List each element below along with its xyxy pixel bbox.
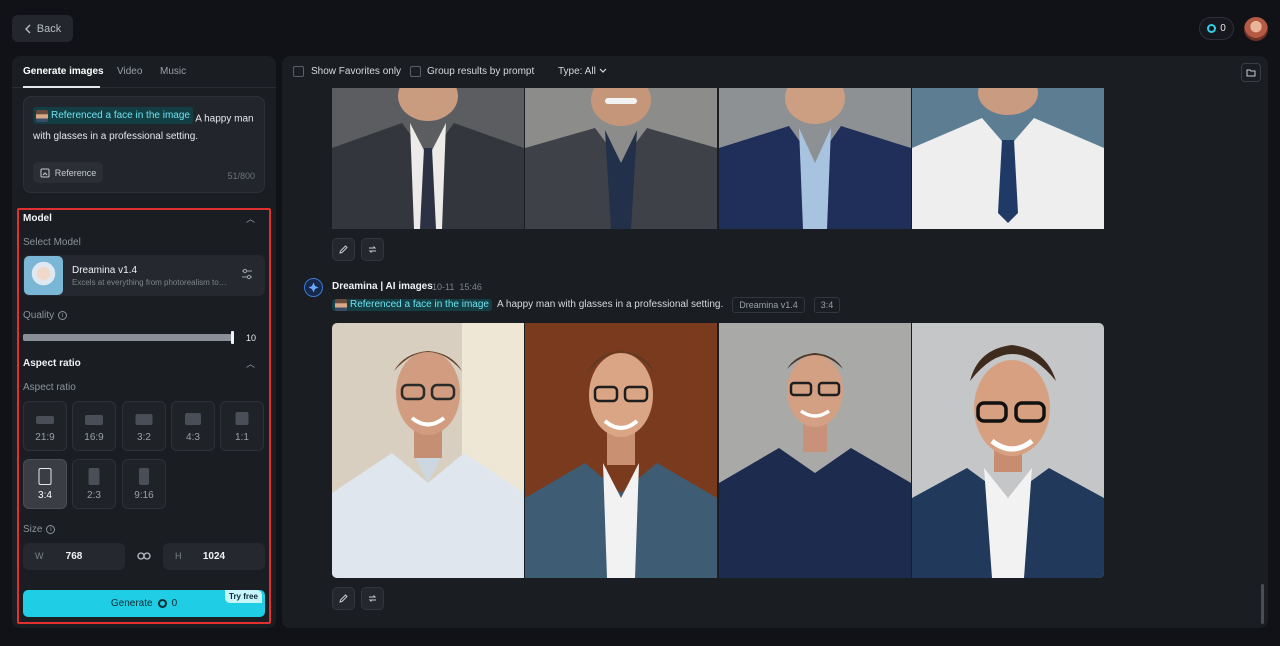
result-image-top-3[interactable] [719, 88, 911, 229]
char-counter: 51/800 [227, 171, 255, 181]
result-image-1[interactable] [332, 323, 524, 578]
model-tag: Dreamina v1.4 [732, 296, 805, 313]
result-image-top-4[interactable] [912, 88, 1104, 229]
pencil-icon [339, 245, 348, 254]
regenerate-button[interactable] [361, 238, 384, 261]
refresh-icon [368, 595, 377, 602]
selection-highlight [17, 208, 271, 624]
refresh-icon [368, 246, 377, 253]
chevron-left-icon [24, 24, 31, 33]
folder-button[interactable] [1241, 63, 1261, 82]
reference-button[interactable]: Reference [33, 162, 103, 183]
ratio-tag: 3:4 [813, 296, 841, 313]
image-reference-icon [40, 168, 50, 177]
coin-icon [1207, 24, 1217, 33]
result-title: Dreamina | AI images [332, 281, 433, 292]
edit-button[interactable] [332, 587, 355, 610]
result-image-4[interactable] [912, 323, 1104, 578]
reference-face-chip[interactable]: Referenced a face in the image [33, 107, 193, 124]
regenerate-button[interactable] [361, 587, 384, 610]
prompt-text[interactable]: Referenced a face in the image A happy m… [33, 107, 259, 145]
credits-pill[interactable]: 0 [1199, 17, 1234, 40]
dreamina-logo-icon [304, 278, 323, 297]
result-prompt-line: Referenced a face in the image A happy m… [332, 296, 841, 313]
face-thumbnail [36, 109, 48, 122]
credits-count: 0 [1220, 23, 1226, 34]
favorites-checkbox[interactable] [293, 66, 304, 77]
tab-generate-images[interactable]: Generate images [23, 66, 104, 77]
result-image-2[interactable] [525, 323, 717, 578]
prompt-box[interactable]: Referenced a face in the image A happy m… [23, 96, 265, 193]
back-label: Back [36, 22, 62, 35]
group-label[interactable]: Group results by prompt [427, 66, 534, 77]
result-prompt: A happy man with glasses in a profession… [496, 299, 724, 310]
group-checkbox[interactable] [410, 66, 421, 77]
result-image-top-1[interactable] [332, 88, 524, 229]
results-panel: Show Favorites only Group results by pro… [282, 56, 1268, 628]
back-button[interactable]: Back [12, 15, 73, 42]
tab-music[interactable]: Music [160, 66, 186, 77]
chevron-down-icon [599, 68, 607, 73]
result-timestamp: 10-11 15:46 [432, 282, 482, 292]
folder-icon [1246, 69, 1256, 77]
result-image-top-2[interactable] [525, 88, 717, 229]
pencil-icon [339, 594, 348, 603]
filter-bar: Show Favorites only Group results by pro… [282, 56, 1268, 88]
result-image-3[interactable] [719, 323, 911, 578]
mode-tabs: Generate images Video Music [12, 56, 276, 88]
active-tab-underline [23, 86, 100, 88]
results-scrollbar[interactable] [1261, 584, 1264, 624]
user-avatar[interactable] [1244, 17, 1268, 41]
edit-button[interactable] [332, 238, 355, 261]
face-thumbnail [335, 298, 347, 311]
reference-face-chip[interactable]: Referenced a face in the image [332, 298, 492, 311]
type-filter-dropdown[interactable]: Type: All [558, 66, 607, 77]
tab-video[interactable]: Video [117, 66, 142, 77]
favorites-label[interactable]: Show Favorites only [311, 66, 401, 77]
